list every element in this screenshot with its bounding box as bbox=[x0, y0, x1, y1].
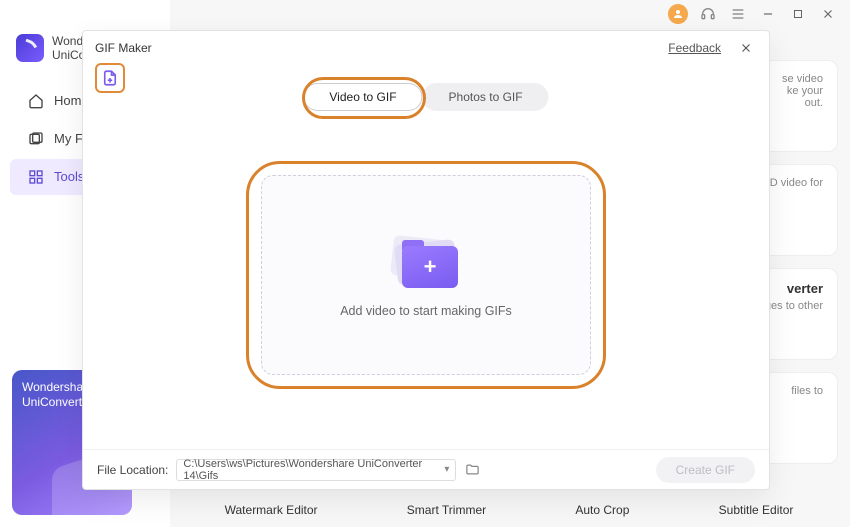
file-location-label: File Location: bbox=[97, 463, 168, 477]
sidebar-item-label: Tools bbox=[54, 169, 84, 184]
dropzone-text: Add video to start making GIFs bbox=[340, 304, 512, 318]
add-folder-icon: + bbox=[390, 232, 462, 288]
hamburger-icon[interactable] bbox=[728, 4, 748, 24]
tool-link[interactable]: Smart Trimmer bbox=[407, 503, 486, 517]
tab-video-to-gif[interactable]: Video to GIF bbox=[303, 83, 422, 111]
app-logo-icon bbox=[16, 34, 44, 62]
gif-maker-modal: GIF Maker Feedback Video to GIF Photos t… bbox=[82, 30, 770, 490]
dropzone-highlight: + Add video to start making GIFs bbox=[246, 161, 606, 389]
modal-footer: File Location: C:\Users\ws\Pictures\Wond… bbox=[83, 449, 769, 489]
video-dropzone[interactable]: + Add video to start making GIFs bbox=[261, 175, 591, 375]
close-button[interactable] bbox=[818, 4, 838, 24]
modal-header: GIF Maker Feedback bbox=[83, 31, 769, 61]
file-location-input[interactable]: C:\Users\ws\Pictures\Wondershare UniConv… bbox=[176, 459, 456, 481]
grid-icon bbox=[28, 169, 44, 185]
create-gif-button[interactable]: Create GIF bbox=[656, 457, 755, 483]
main-titlebar bbox=[668, 0, 850, 28]
headset-icon[interactable] bbox=[698, 4, 718, 24]
browse-folder-button[interactable] bbox=[464, 462, 480, 478]
user-avatar-icon[interactable] bbox=[668, 4, 688, 24]
tool-link[interactable]: Subtitle Editor bbox=[719, 503, 794, 517]
maximize-button[interactable] bbox=[788, 4, 808, 24]
chevron-down-icon: ▾ bbox=[438, 464, 449, 475]
file-location-value: C:\Users\ws\Pictures\Wondershare UniConv… bbox=[183, 458, 438, 482]
files-icon bbox=[28, 131, 44, 147]
home-icon bbox=[28, 93, 44, 109]
mode-tabs: Video to GIF Photos to GIF bbox=[303, 83, 548, 111]
minimize-button[interactable] bbox=[758, 4, 778, 24]
add-file-button[interactable] bbox=[95, 63, 125, 93]
modal-close-button[interactable] bbox=[735, 39, 757, 57]
modal-title: GIF Maker bbox=[95, 41, 152, 55]
tool-link[interactable]: Watermark Editor bbox=[225, 503, 318, 517]
tool-link[interactable]: Auto Crop bbox=[575, 503, 629, 517]
feedback-link[interactable]: Feedback bbox=[668, 41, 721, 55]
tool-name-row: Watermark Editor Smart Trimmer Auto Crop… bbox=[180, 503, 838, 517]
tab-photos-to-gif[interactable]: Photos to GIF bbox=[423, 83, 549, 111]
